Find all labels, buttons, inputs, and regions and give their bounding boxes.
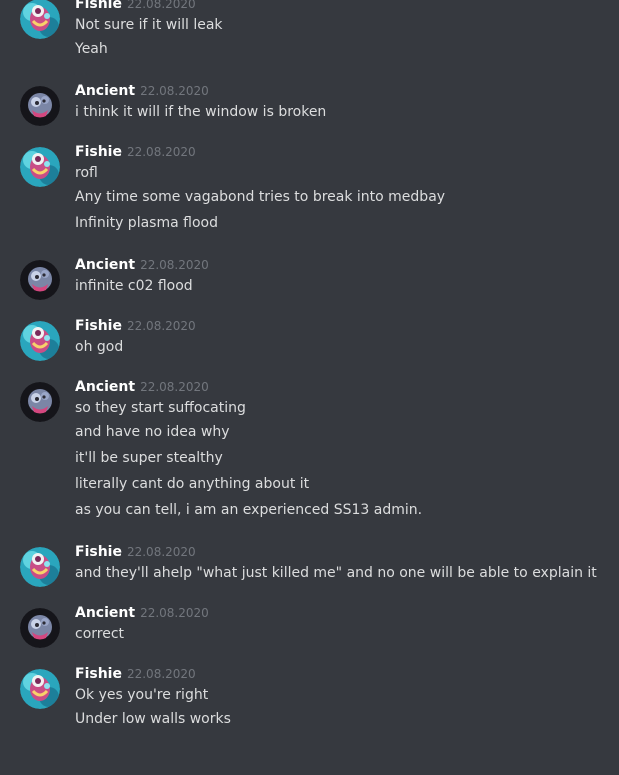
message-text: Any time some vagabond tries to break in…	[75, 189, 446, 205]
message-text: Under low walls works	[75, 711, 231, 727]
username[interactable]: Ancient	[75, 257, 135, 273]
ancient-avatar-icon[interactable]	[20, 86, 60, 126]
message-text: literally cant do anything about it	[75, 476, 310, 492]
timestamp: 22.08.2020	[140, 84, 209, 98]
message-header: Ancient 22.08.2020	[75, 79, 611, 101]
message-text: i think it will if the window is broken	[75, 104, 327, 120]
message-text: oh god	[75, 339, 124, 355]
username[interactable]: Fishie	[75, 0, 122, 12]
message-header: Ancient 22.08.2020	[75, 375, 611, 397]
message-header: Fishie 22.08.2020	[75, 662, 611, 684]
message-header: Fishie 22.08.2020	[75, 540, 611, 562]
message-group: Fishie 22.08.2020 Not sure if it will leak…	[0, 0, 619, 62]
username[interactable]: Ancient	[75, 605, 135, 621]
message-header: Ancient 22.08.2020	[75, 253, 611, 275]
message-group: Ancient 22.08.2020 infinite c02 flood	[0, 253, 619, 300]
username[interactable]: Ancient	[75, 379, 135, 395]
message-group: Fishie 22.08.2020 and they'll ahelp "what …	[0, 540, 619, 587]
message-text: infinite c02 flood	[75, 278, 193, 294]
fishie-avatar-icon[interactable]	[20, 321, 60, 361]
ancient-avatar-icon[interactable]	[20, 260, 60, 300]
message-group: Ancient 22.08.2020 i think it will if the …	[0, 79, 619, 126]
chat-message-list: Fishie 22.08.2020 Not sure if it will leak…	[0, 0, 619, 749]
message-text: as you can tell, i am an experienced SS1…	[75, 502, 423, 518]
message-text: so they start suffocating	[75, 400, 246, 416]
ancient-avatar-icon[interactable]	[20, 608, 60, 648]
message-text: rofl	[75, 165, 98, 181]
message-header: Ancient 22.08.2020	[75, 601, 611, 623]
message-text: Yeah	[75, 41, 108, 57]
username[interactable]: Fishie	[75, 318, 122, 334]
message-group: Fishie 22.08.2020 rofl Any time some vagabo…	[0, 140, 619, 236]
message-group: Fishie 22.08.2020 Ok yes you're right Under…	[0, 662, 619, 732]
message-text: Not sure if it will leak	[75, 17, 223, 33]
timestamp: 22.08.2020	[140, 606, 209, 620]
message-group: Ancient 22.08.2020 so they start suffocati…	[0, 375, 619, 523]
username[interactable]: Fishie	[75, 544, 122, 560]
timestamp: 22.08.2020	[126, 0, 196, 11]
message-header: Fishie 22.08.2020	[75, 140, 611, 162]
message-text: and they'll ahelp "what just killed me" …	[75, 565, 597, 581]
timestamp: 22.08.2020	[140, 380, 209, 394]
message-group: Fishie 22.08.2020 oh god	[0, 314, 619, 361]
message-text: Ok yes you're right	[75, 687, 209, 703]
message-header: Fishie 22.08.2020	[75, 0, 611, 14]
timestamp: 22.08.2020	[126, 667, 196, 681]
message-group: Ancient 22.08.2020 correct	[0, 601, 619, 648]
fishie-avatar-icon[interactable]	[20, 547, 60, 587]
message-text: Infinity plasma flood	[75, 215, 218, 231]
ancient-avatar-icon[interactable]	[20, 382, 60, 422]
message-header: Fishie 22.08.2020	[75, 314, 611, 336]
timestamp: 22.08.2020	[126, 545, 196, 559]
username[interactable]: Fishie	[75, 666, 122, 682]
fishie-avatar-icon[interactable]	[20, 147, 60, 187]
message-text: it'll be super stealthy	[75, 450, 223, 466]
message-text: and have no idea why	[75, 424, 230, 440]
timestamp: 22.08.2020	[140, 258, 209, 272]
fishie-avatar-icon[interactable]	[20, 0, 60, 39]
username[interactable]: Ancient	[75, 83, 135, 99]
fishie-avatar-icon[interactable]	[20, 669, 60, 709]
timestamp: 22.08.2020	[126, 145, 196, 159]
username[interactable]: Fishie	[75, 144, 122, 160]
timestamp: 22.08.2020	[126, 319, 196, 333]
message-text: correct	[75, 626, 125, 642]
